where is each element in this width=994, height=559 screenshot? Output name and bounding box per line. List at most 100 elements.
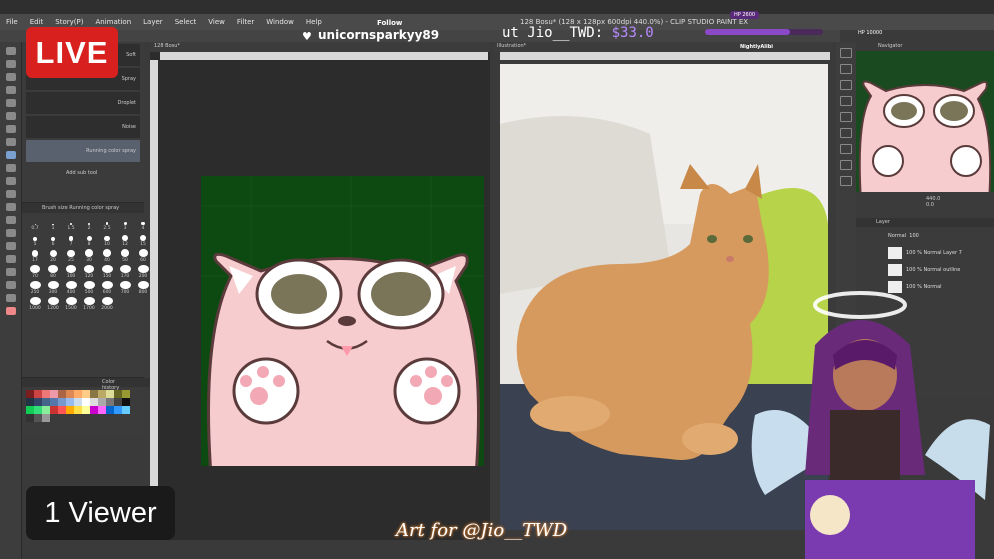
brush-size-option[interactable]: 1000 [27, 297, 43, 311]
brush-size-option[interactable]: 120 [81, 265, 97, 279]
layer-property-icon[interactable] [840, 80, 852, 90]
color-swatch[interactable] [74, 390, 82, 398]
color-swatch[interactable] [58, 406, 66, 414]
brush-size-option[interactable]: 150 [99, 265, 115, 279]
menu-window[interactable]: Window [260, 18, 300, 26]
color-swatch[interactable] [106, 390, 114, 398]
brush-size-option[interactable]: 200 [135, 265, 151, 279]
brush-size-option[interactable]: 60 [135, 249, 151, 263]
color-swatch[interactable] [122, 398, 130, 406]
brush-size-option[interactable]: 17 [27, 249, 43, 263]
color-swatch[interactable] [106, 398, 114, 406]
color-swatch[interactable] [90, 390, 98, 398]
brush-size-option[interactable]: 2000 [99, 297, 115, 311]
frame-tool-icon[interactable] [6, 242, 16, 250]
history-icon[interactable] [840, 128, 852, 138]
brush-size-option[interactable]: 1500 [63, 297, 79, 311]
brush-tool-icon[interactable] [6, 138, 16, 146]
color-swatch[interactable] [42, 406, 50, 414]
color-swatch[interactable] [90, 398, 98, 406]
color-swatch[interactable] [66, 390, 74, 398]
brush-size-option[interactable]: 1700 [81, 297, 97, 311]
color-swatch[interactable] [90, 406, 98, 414]
select-tool-icon[interactable] [6, 73, 16, 81]
airbrush-tool-icon[interactable] [6, 151, 16, 159]
color-swatch[interactable] [34, 390, 42, 398]
ruler-tool-icon[interactable] [6, 255, 16, 263]
color-swatch[interactable] [122, 406, 130, 414]
brush-size-option[interactable]: 7 [63, 233, 79, 247]
brush-size-option[interactable]: 400 [63, 281, 79, 295]
color-swatch[interactable] [42, 390, 50, 398]
brush-size-option[interactable]: 700 [117, 281, 133, 295]
color-swatch[interactable] [58, 398, 66, 406]
color-wheel-icon[interactable] [840, 176, 852, 186]
color-swatch[interactable] [26, 406, 34, 414]
pen-tool-icon[interactable] [6, 112, 16, 120]
brush-size-option[interactable]: 1200 [45, 297, 61, 311]
brush-size-option[interactable]: 5 [27, 233, 43, 247]
brush-size-option[interactable]: 6 [45, 233, 61, 247]
color-swatch[interactable] [114, 406, 122, 414]
brush-size-option[interactable]: 500 [81, 281, 97, 295]
brush-size-option[interactable]: 40 [99, 249, 115, 263]
color-swatch[interactable] [50, 390, 58, 398]
brush-size-option[interactable]: 2 [81, 217, 97, 231]
auto-action-icon[interactable] [840, 144, 852, 154]
color-swatch[interactable] [82, 390, 90, 398]
artwork-canvas[interactable] [201, 176, 484, 466]
color-swatch[interactable] [42, 398, 50, 406]
decoration-tool-icon[interactable] [6, 164, 16, 172]
color-swatch[interactable] [122, 390, 130, 398]
subview-icon[interactable] [840, 64, 852, 74]
zoom-tool-icon[interactable] [6, 47, 16, 55]
brush-size-option[interactable]: 170 [117, 265, 133, 279]
color-swatch[interactable] [26, 398, 34, 406]
brush-size-option[interactable]: 80 [45, 265, 61, 279]
brush-size-option[interactable]: 50 [117, 249, 133, 263]
menu-animation[interactable]: Animation [89, 18, 137, 26]
menu-help[interactable]: Help [300, 18, 328, 26]
add-sub-tool-button[interactable]: Add sub tool [66, 170, 144, 176]
brush-size-option[interactable]: 1 [45, 217, 61, 231]
color-swatch[interactable] [34, 398, 42, 406]
color-swatch[interactable] [114, 398, 122, 406]
menu-filter[interactable]: Filter [231, 18, 260, 26]
brush-size-option[interactable]: 0.7 [27, 217, 43, 231]
color-swatch[interactable] [114, 390, 122, 398]
layer-row[interactable]: 100 % Normal Layer 7 [856, 245, 994, 261]
eraser-tool-icon[interactable] [6, 177, 16, 185]
navigator-icon[interactable] [840, 48, 852, 58]
fill-tool-icon[interactable] [6, 203, 16, 211]
color-swatch[interactable] [34, 406, 42, 414]
material-icon[interactable] [840, 112, 852, 122]
menu-story[interactable]: Story(P) [49, 18, 89, 26]
color-swatch[interactable] [66, 406, 74, 414]
color-swatch[interactable] [50, 398, 58, 406]
color-swatch[interactable] [26, 390, 34, 398]
menu-select[interactable]: Select [169, 18, 203, 26]
gradient-tool-icon[interactable] [6, 216, 16, 224]
balloon-tool-icon[interactable] [6, 281, 16, 289]
blend-tool-icon[interactable] [6, 190, 16, 198]
main-color-icon[interactable] [6, 307, 16, 315]
brush-size-option[interactable]: 15 [135, 233, 151, 247]
color-swatch[interactable] [50, 406, 58, 414]
color-swatch[interactable] [66, 398, 74, 406]
brush-size-option[interactable]: 800 [135, 281, 151, 295]
color-swatch[interactable] [74, 398, 82, 406]
brush-size-option[interactable]: 600 [99, 281, 115, 295]
color-swatch[interactable] [98, 406, 106, 414]
tool-property-icon[interactable] [840, 96, 852, 106]
color-swatch[interactable] [34, 414, 42, 422]
color-swatch[interactable] [82, 398, 90, 406]
menu-layer[interactable]: Layer [137, 18, 169, 26]
brush-size-option[interactable]: 3 [117, 217, 133, 231]
canvas-tab-left[interactable]: 128 Bosu* [150, 42, 490, 52]
color-swatch[interactable] [58, 390, 66, 398]
figure-tool-icon[interactable] [6, 229, 16, 237]
color-swatch[interactable] [98, 398, 106, 406]
canvas-tab-right[interactable]: Illustration* [493, 42, 833, 52]
blend-mode-select[interactable]: Normal 100 [856, 228, 994, 244]
brush-size-option[interactable]: 12 [117, 233, 133, 247]
